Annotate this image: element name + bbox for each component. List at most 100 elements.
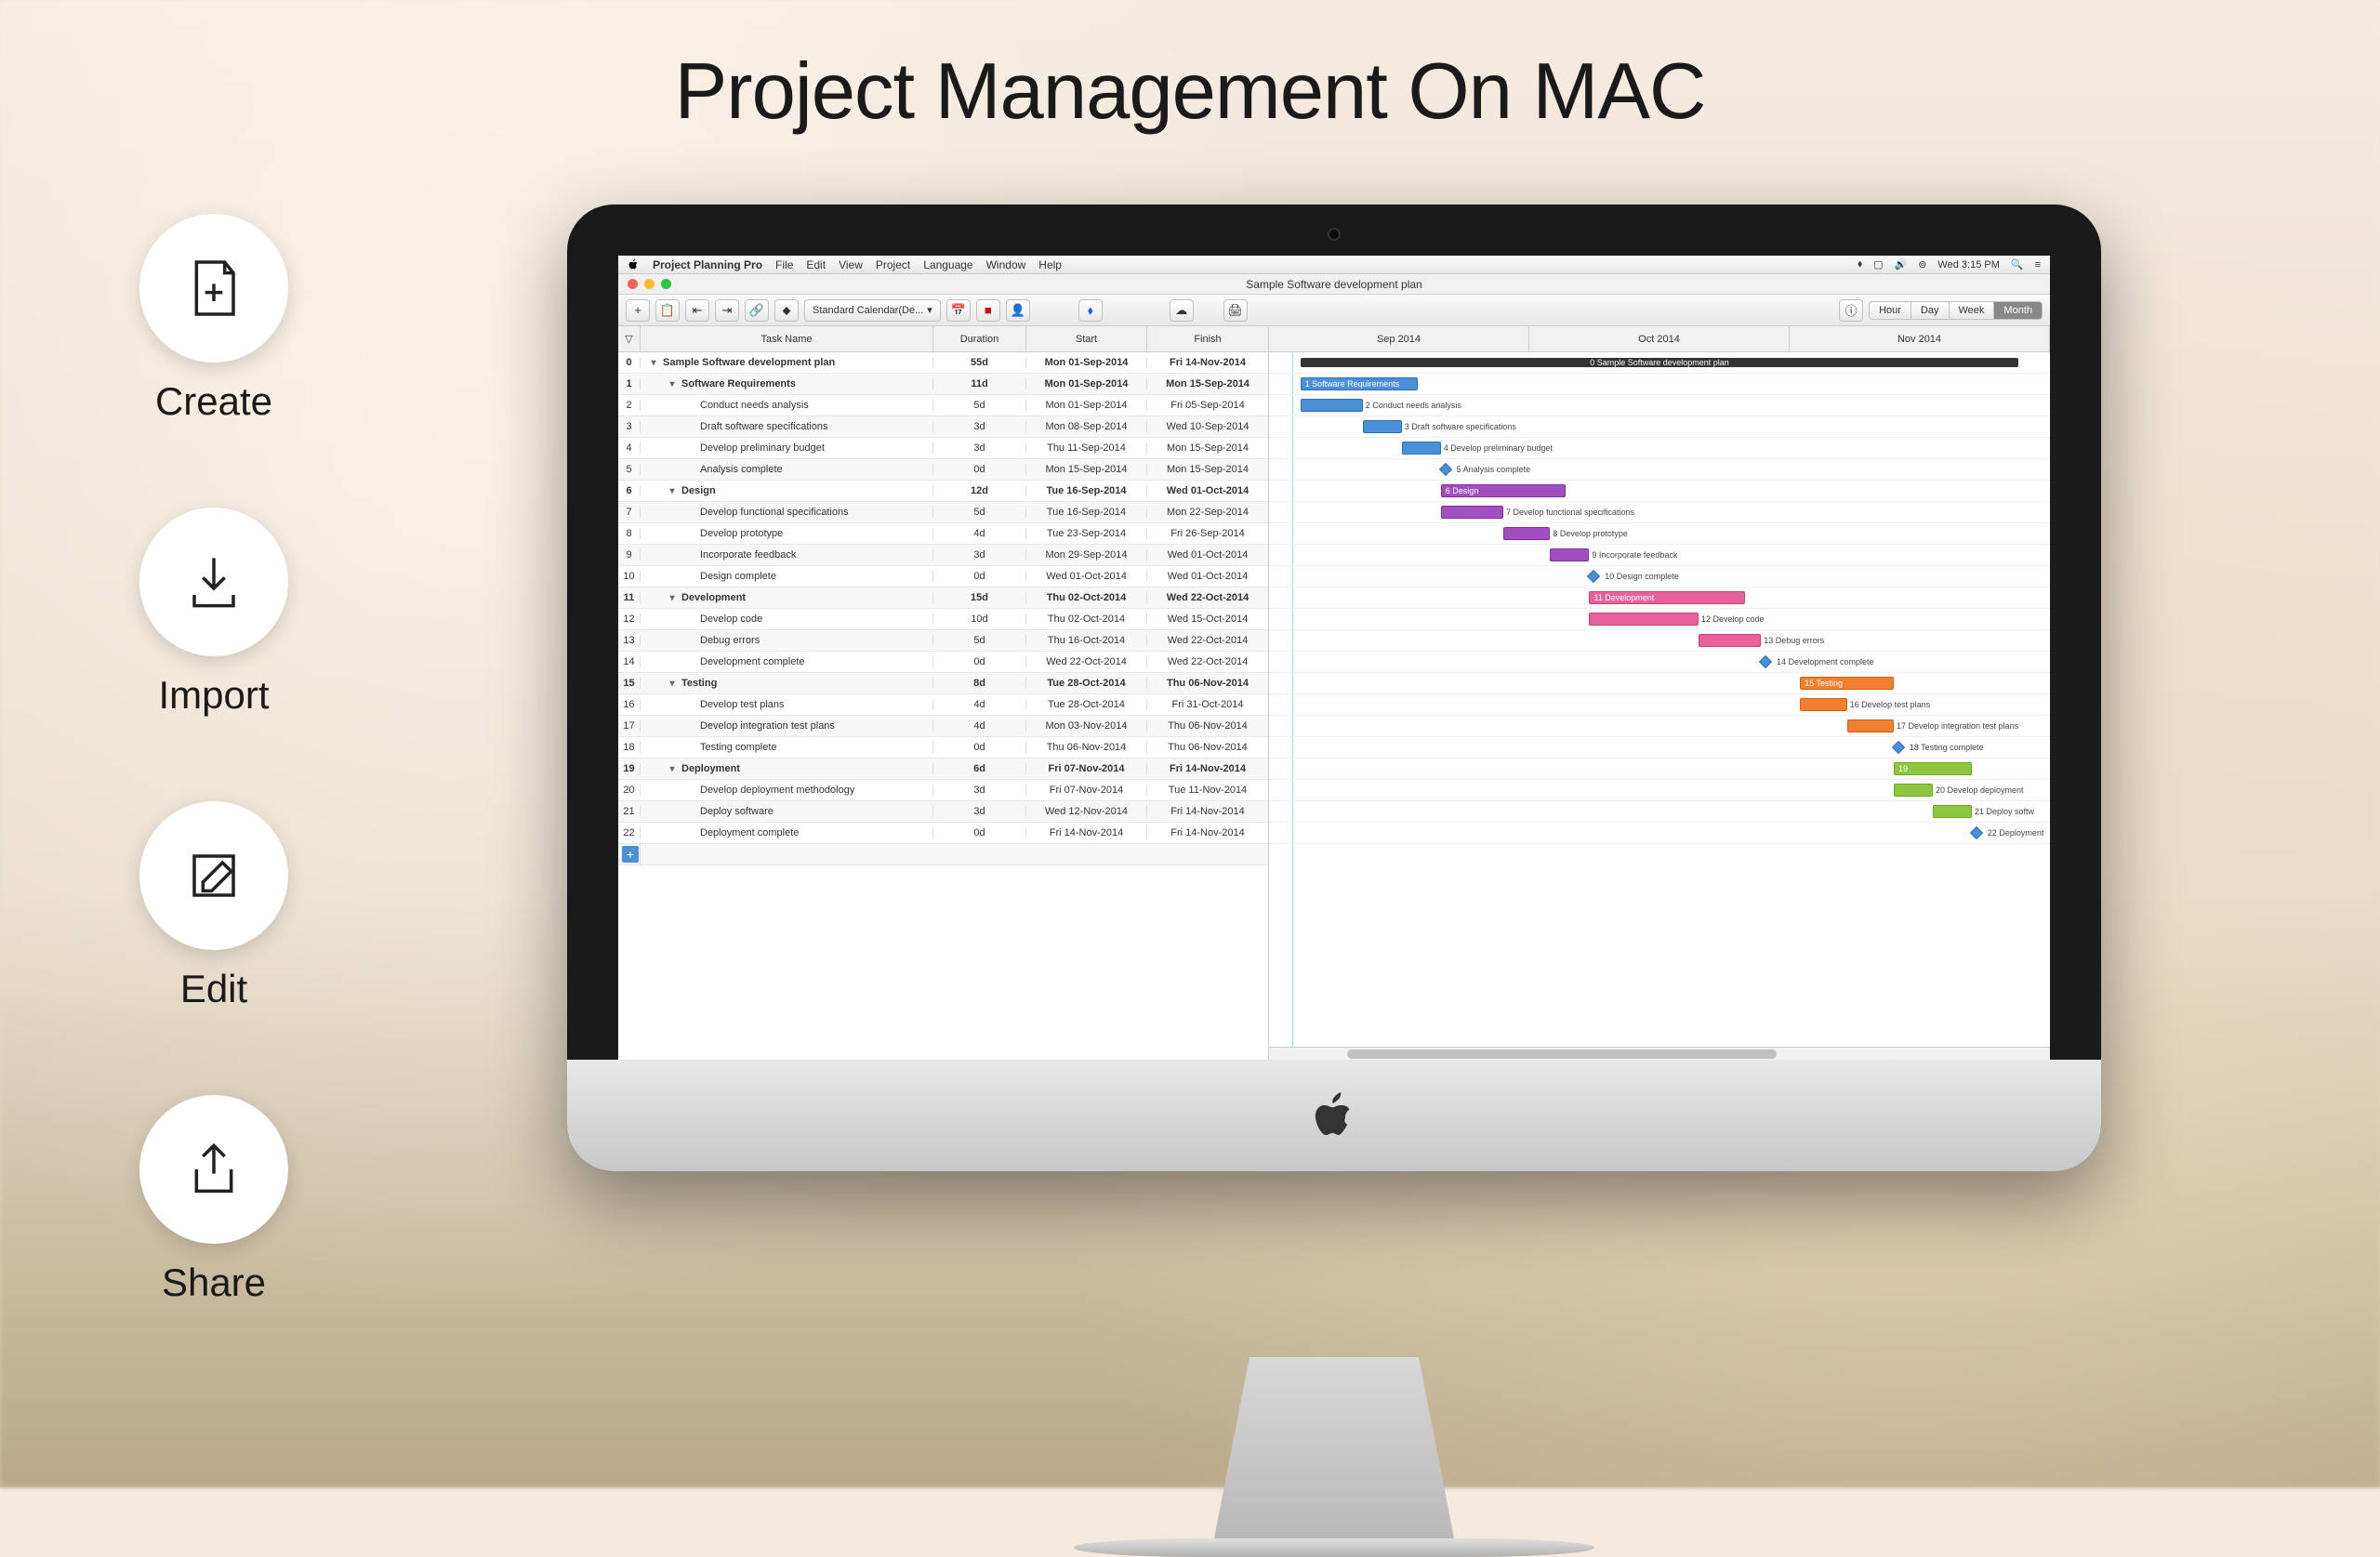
add-row-button[interactable]: + [622, 846, 639, 863]
start-cell[interactable]: Wed 01-Oct-2014 [1026, 571, 1147, 582]
print-button[interactable]: 🖨 [1223, 299, 1248, 322]
finish-cell[interactable]: Wed 22-Oct-2014 [1147, 656, 1268, 667]
task-cell[interactable]: ▾Deployment [641, 763, 933, 774]
add-task-button[interactable]: + [626, 299, 650, 322]
duration-cell[interactable]: 5d [933, 507, 1026, 518]
task-row[interactable]: 21Deploy software3dWed 12-Nov-2014Fri 14… [618, 801, 1268, 823]
task-row[interactable]: 7Develop functional specifications5dTue … [618, 502, 1268, 523]
duration-cell[interactable]: 3d [933, 806, 1026, 817]
apple-menu-icon[interactable] [628, 258, 640, 270]
col-task-name[interactable]: Task Name [641, 326, 933, 351]
start-cell[interactable]: Thu 02-Oct-2014 [1026, 614, 1147, 625]
task-row[interactable]: 12Develop code10dThu 02-Oct-2014Wed 15-O… [618, 609, 1268, 630]
expand-icon[interactable]: ▾ [667, 678, 678, 689]
task-cell[interactable]: Testing complete [641, 742, 933, 753]
clipboard-button[interactable]: 📋 [655, 299, 680, 322]
task-cell[interactable]: ▾Testing [641, 678, 933, 689]
start-cell[interactable]: Fri 07-Nov-2014 [1026, 785, 1147, 796]
spotlight-icon[interactable]: 🔍 [2011, 258, 2024, 270]
task-row[interactable]: 5Analysis complete0dMon 15-Sep-2014Mon 1… [618, 459, 1268, 481]
gantt-bar[interactable]: 7 Develop functional specifications [1441, 506, 1503, 519]
gantt-bar[interactable]: 20 Develop deployment [1894, 784, 1933, 797]
task-row[interactable]: 22Deployment complete0dFri 14-Nov-2014Fr… [618, 823, 1268, 844]
finish-cell[interactable]: Tue 11-Nov-2014 [1147, 785, 1268, 796]
task-cell[interactable]: Develop code [641, 614, 933, 625]
start-cell[interactable]: Thu 02-Oct-2014 [1026, 592, 1147, 603]
duration-cell[interactable]: 4d [933, 528, 1026, 539]
menu-help[interactable]: Help [1038, 258, 1062, 271]
task-row[interactable]: 9Incorporate feedback3dMon 29-Sep-2014We… [618, 545, 1268, 566]
finish-cell[interactable]: Wed 15-Oct-2014 [1147, 614, 1268, 625]
duration-cell[interactable]: 12d [933, 485, 1026, 496]
milestone-marker[interactable] [1759, 655, 1772, 668]
start-cell[interactable]: Mon 15-Sep-2014 [1026, 464, 1147, 475]
expand-icon[interactable]: ▾ [648, 357, 659, 368]
task-cell[interactable]: Develop preliminary budget [641, 442, 933, 454]
finish-cell[interactable]: Fri 14-Nov-2014 [1147, 763, 1268, 774]
task-cell[interactable]: Analysis complete [641, 464, 933, 475]
col-start[interactable]: Start [1026, 326, 1147, 351]
task-cell[interactable]: Development complete [641, 656, 933, 667]
finish-cell[interactable]: Fri 14-Nov-2014 [1147, 357, 1268, 368]
time-day[interactable]: Day [1911, 302, 1950, 319]
horizontal-scrollbar[interactable] [1269, 1047, 2050, 1060]
zoom-button[interactable] [661, 279, 671, 289]
gantt-bar[interactable]: 16 Develop test plans [1800, 698, 1846, 711]
duration-cell[interactable]: 0d [933, 827, 1026, 838]
task-cell[interactable]: Design complete [641, 571, 933, 582]
duration-cell[interactable]: 55d [933, 357, 1026, 368]
start-cell[interactable]: Thu 16-Oct-2014 [1026, 635, 1147, 646]
milestone-marker[interactable] [1439, 463, 1452, 476]
task-row[interactable]: 19▾Deployment6dFri 07-Nov-2014Fri 14-Nov… [618, 759, 1268, 780]
task-cell[interactable]: Conduct needs analysis [641, 400, 933, 411]
task-row[interactable]: 18Testing complete0dThu 06-Nov-2014Thu 0… [618, 737, 1268, 759]
wifi-icon[interactable]: ⊚ [1918, 258, 1926, 270]
start-cell[interactable]: Tue 16-Sep-2014 [1026, 507, 1147, 518]
menu-language[interactable]: Language [923, 258, 972, 271]
start-cell[interactable]: Thu 06-Nov-2014 [1026, 742, 1147, 753]
finish-cell[interactable]: Thu 06-Nov-2014 [1147, 678, 1268, 689]
duration-cell[interactable]: 5d [933, 635, 1026, 646]
task-row[interactable]: 4Develop preliminary budget3dThu 11-Sep-… [618, 438, 1268, 459]
col-duration[interactable]: Duration [933, 326, 1026, 351]
gantt-bar[interactable]: 12 Develop code [1589, 613, 1699, 626]
calendar-select[interactable]: Standard Calendar(De...▾ [804, 299, 941, 322]
start-cell[interactable]: Thu 11-Sep-2014 [1026, 442, 1147, 454]
duration-cell[interactable]: 11d [933, 378, 1026, 389]
start-cell[interactable]: Wed 22-Oct-2014 [1026, 656, 1147, 667]
task-row[interactable]: 8Develop prototype4dTue 23-Sep-2014Fri 2… [618, 523, 1268, 545]
finish-cell[interactable]: Fri 26-Sep-2014 [1147, 528, 1268, 539]
airplay-icon[interactable]: ▢ [1873, 258, 1883, 270]
task-row[interactable]: 11▾Development15dThu 02-Oct-2014Wed 22-O… [618, 587, 1268, 609]
unlink-button[interactable]: ⬥ [774, 299, 799, 322]
gantt-bar[interactable]: 3 Draft software specifications [1363, 420, 1402, 433]
finish-cell[interactable]: Mon 15-Sep-2014 [1147, 464, 1268, 475]
start-cell[interactable]: Mon 29-Sep-2014 [1026, 549, 1147, 561]
task-row[interactable]: 14Development complete0dWed 22-Oct-2014W… [618, 652, 1268, 673]
task-cell[interactable]: Develop deployment methodology [641, 785, 933, 796]
resources-button[interactable]: 👤 [1006, 299, 1030, 322]
gantt-summary-bar[interactable]: 0 Sample Software development plan [1301, 358, 2019, 367]
finish-cell[interactable]: Fri 05-Sep-2014 [1147, 400, 1268, 411]
menu-view[interactable]: View [839, 258, 863, 271]
gantt-bar[interactable]: 15 Testing [1800, 677, 1894, 690]
info-button[interactable]: ⓘ [1839, 299, 1863, 322]
duration-cell[interactable]: 10d [933, 614, 1026, 625]
time-month[interactable]: Month [1994, 302, 2042, 319]
expand-icon[interactable]: ▾ [667, 485, 678, 496]
gantt-bar[interactable]: 2 Conduct needs analysis [1301, 399, 1363, 412]
duration-cell[interactable]: 0d [933, 571, 1026, 582]
dropbox-icon[interactable]: ⬧ [1858, 258, 1862, 270]
menu-app[interactable]: Project Planning Pro [653, 258, 762, 271]
task-cell[interactable]: ▾Sample Software development plan [641, 357, 933, 368]
expand-icon[interactable]: ▾ [667, 378, 678, 389]
task-cell[interactable]: Develop functional specifications [641, 507, 933, 518]
duration-cell[interactable]: 3d [933, 421, 1026, 432]
gantt-bar[interactable]: 1 Software Requirements [1301, 377, 1418, 390]
task-row[interactable]: 1▾Software Requirements11dMon 01-Sep-201… [618, 374, 1268, 395]
menubar-clock[interactable]: Wed 3:15 PM [1937, 259, 1999, 270]
duration-cell[interactable]: 8d [933, 678, 1026, 689]
milestone-marker[interactable] [1892, 741, 1905, 754]
finish-cell[interactable]: Thu 06-Nov-2014 [1147, 742, 1268, 753]
duration-cell[interactable]: 0d [933, 742, 1026, 753]
